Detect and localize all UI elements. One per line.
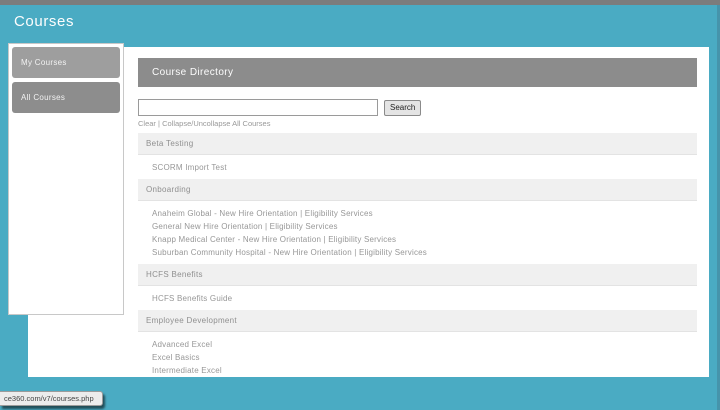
course-category-section: Employee DevelopmentAdvanced ExcelExcel … <box>138 310 697 382</box>
search-button[interactable]: Search <box>384 100 421 116</box>
filter-links: Clear | Collapse/Uncollapse All Courses <box>138 119 697 128</box>
clear-link[interactable]: Clear <box>138 119 156 128</box>
window-top-bar <box>0 0 720 5</box>
main-panel: Course Directory Search Clear | Collapse… <box>28 47 709 377</box>
collapse-uncollapse-link[interactable]: Collapse/Uncollapse All Courses <box>162 119 270 128</box>
course-list: Anaheim Global - New Hire Orientation | … <box>138 201 697 264</box>
course-list: Advanced ExcelExcel BasicsIntermediate E… <box>138 332 697 382</box>
course-category-section: HCFS Benefits HCFS Benefits Guide <box>138 264 697 310</box>
course-list: SCORM Import Test <box>138 155 697 179</box>
course-sections: Beta Testing SCORM Import Test Onboarding A… <box>138 133 697 382</box>
page-title: Courses <box>14 13 74 30</box>
category-bar[interactable]: Employee Development <box>138 310 697 332</box>
course-category-section: Beta Testing SCORM Import Test <box>138 133 697 179</box>
sidebar-item-my-courses[interactable]: My Courses <box>12 47 120 78</box>
course-category-section: Onboarding Anaheim Global - New Hire Orie… <box>138 179 697 264</box>
course-directory-header: Course Directory <box>138 58 697 87</box>
course-list: HCFS Benefits Guide <box>138 286 697 310</box>
category-bar[interactable]: HCFS Benefits <box>138 264 697 286</box>
search-row: Search <box>138 99 697 116</box>
category-bar[interactable]: Onboarding <box>138 179 697 201</box>
course-link[interactable]: Intermediate Excel <box>152 364 697 377</box>
sidebar: My Courses All Courses <box>8 43 124 315</box>
status-bar-url: ce360.com/v7/courses.php <box>0 391 103 406</box>
search-input[interactable] <box>138 99 378 116</box>
course-link[interactable]: SCORM Import Test <box>152 161 697 174</box>
course-link[interactable]: Knapp Medical Center - New Hire Orientat… <box>152 233 697 246</box>
course-link[interactable]: Excel Basics <box>152 351 697 364</box>
sidebar-item-all-courses[interactable]: All Courses <box>12 82 120 113</box>
course-directory-content: Course Directory Search Clear | Collapse… <box>138 58 697 382</box>
course-link[interactable]: General New Hire Orientation | Eligibili… <box>152 220 697 233</box>
category-bar[interactable]: Beta Testing <box>138 133 697 155</box>
course-link[interactable]: Advanced Excel <box>152 338 697 351</box>
course-link[interactable]: Suburban Community Hospital - New Hire O… <box>152 246 697 259</box>
course-link[interactable]: HCFS Benefits Guide <box>152 292 697 305</box>
course-link[interactable]: Anaheim Global - New Hire Orientation | … <box>152 207 697 220</box>
